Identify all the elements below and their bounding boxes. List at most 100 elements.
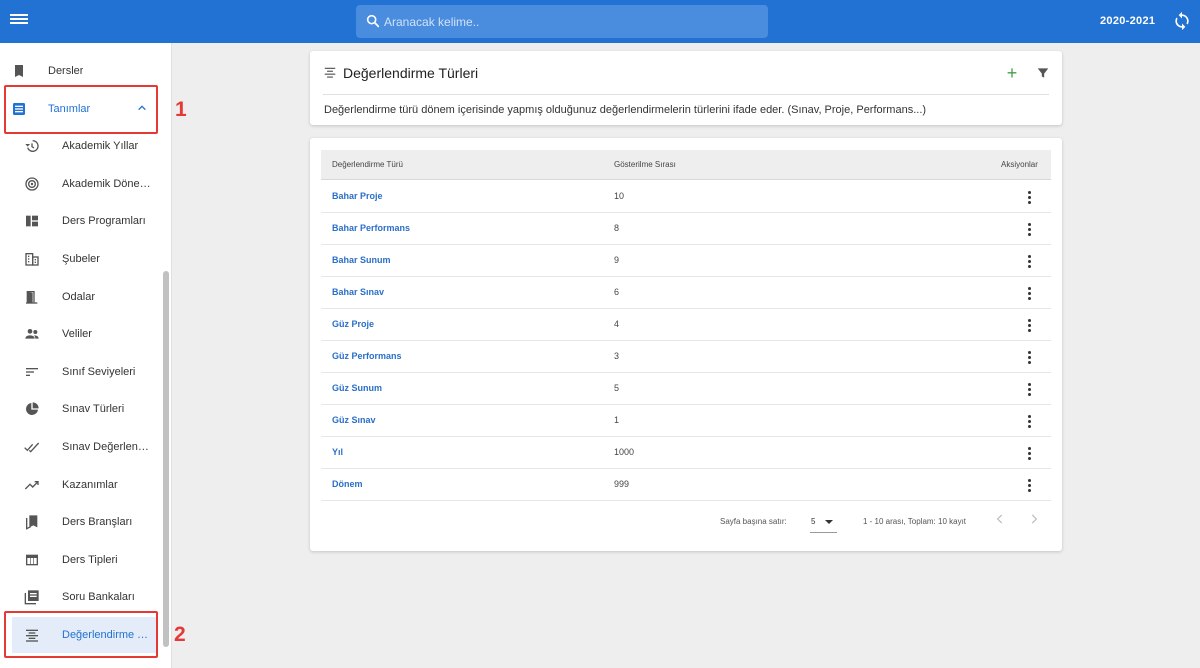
pie-chart-icon bbox=[26, 402, 39, 415]
sidebar-item-sinav-degerlendirme[interactable]: Sınav Değerlendirme bbox=[0, 429, 160, 465]
sidebar-item-label: Kazanımlar bbox=[62, 479, 118, 491]
row-order: 6 bbox=[614, 287, 620, 297]
row-name-link[interactable]: Bahar Performans bbox=[332, 223, 410, 233]
chevron-left-icon[interactable] bbox=[993, 512, 1007, 526]
sidebar-item-label: Sınav Değerlendirme bbox=[62, 441, 154, 453]
radar-icon bbox=[25, 177, 39, 191]
table-row: Güz Proje 4 bbox=[321, 309, 1051, 341]
trending-up-icon bbox=[24, 481, 39, 490]
sidebar-item-odalar[interactable]: Odalar bbox=[0, 279, 160, 315]
table-row: Güz Sunum 5 bbox=[321, 373, 1051, 405]
row-name-link[interactable]: Yıl bbox=[332, 447, 343, 457]
people-icon bbox=[25, 329, 39, 339]
row-name-link[interactable]: Güz Proje bbox=[332, 319, 374, 329]
library-icon bbox=[24, 590, 39, 605]
more-vert-icon[interactable] bbox=[1021, 253, 1037, 269]
academic-year-label[interactable]: 2020-2021 bbox=[1100, 15, 1155, 27]
row-order: 999 bbox=[614, 479, 630, 489]
row-name-link[interactable]: Güz Sınav bbox=[332, 415, 376, 425]
row-name-link[interactable]: Dönem bbox=[332, 479, 363, 489]
more-vert-icon[interactable] bbox=[1021, 221, 1037, 237]
row-order: 9 bbox=[614, 255, 620, 265]
row-name-link[interactable]: Güz Performans bbox=[332, 351, 402, 361]
table-row: Güz Sınav 1 bbox=[321, 405, 1051, 437]
sidebar-item-label: Akademik Yıllar bbox=[62, 140, 139, 152]
history-icon bbox=[25, 139, 39, 152]
sidebar-item-label: Dersler bbox=[48, 65, 84, 77]
rows-per-page-select[interactable]: 5 bbox=[810, 511, 837, 533]
door-icon bbox=[26, 291, 38, 304]
sidebar-item-ders-tipleri[interactable]: Ders Tipleri bbox=[0, 542, 160, 578]
sidebar-item-ders-branslari[interactable]: Ders Branşları bbox=[0, 504, 160, 540]
row-name-link[interactable]: Güz Sunum bbox=[332, 383, 382, 393]
annotation-box-1 bbox=[4, 85, 158, 134]
sidebar-item-sinav-turleri[interactable]: Sınav Türleri bbox=[0, 391, 160, 427]
row-order: 1 bbox=[614, 415, 620, 425]
sidebar-item-label: Akademik Dönemler bbox=[62, 178, 154, 190]
table-icon bbox=[26, 554, 38, 566]
table-row: Bahar Sınav 6 bbox=[321, 277, 1051, 309]
search-icon bbox=[366, 14, 380, 28]
sidebar-item-akademik-donemler[interactable]: Akademik Dönemler bbox=[0, 166, 160, 202]
row-order: 1000 bbox=[614, 447, 635, 457]
sidebar-item-label: Ders Tipleri bbox=[62, 554, 118, 566]
sidebar-item-label: Şubeler bbox=[62, 253, 100, 265]
bookmarks-icon bbox=[26, 515, 38, 530]
more-vert-icon[interactable] bbox=[1021, 413, 1037, 429]
row-name-link[interactable]: Bahar Proje bbox=[332, 191, 383, 201]
row-name-link[interactable]: Bahar Sınav bbox=[332, 287, 384, 297]
annotation-box-2 bbox=[4, 611, 158, 658]
column-header-gosterilme-sirasi[interactable]: Gösterilme Sırası bbox=[614, 160, 676, 169]
sidebar-item-soru-bankalari[interactable]: Soru Bankaları bbox=[0, 579, 160, 615]
table-row: Bahar Proje 10 bbox=[321, 181, 1051, 213]
sidebar: Dersler Tanımlar Akademik Yıllar Akademi… bbox=[0, 43, 172, 668]
row-order: 3 bbox=[614, 351, 620, 361]
bookmark-icon bbox=[15, 65, 23, 77]
sidebar-item-sinif-seviyeleri[interactable]: Sınıf Seviyeleri bbox=[0, 354, 160, 390]
sync-icon[interactable] bbox=[1172, 11, 1192, 31]
sidebar-item-label: Soru Bankaları bbox=[62, 591, 135, 603]
row-order: 5 bbox=[614, 383, 620, 393]
annotation-number-2: 2 bbox=[174, 623, 186, 646]
table-row: Bahar Sunum 9 bbox=[321, 245, 1051, 277]
more-vert-icon[interactable] bbox=[1021, 317, 1037, 333]
page-description: Değerlendirme türü dönem içerisinde yapm… bbox=[324, 104, 927, 116]
row-order: 4 bbox=[614, 319, 620, 329]
more-vert-icon[interactable] bbox=[1021, 285, 1037, 301]
pagination-info: 1 - 10 arası, Toplam: 10 kayıt bbox=[863, 517, 967, 526]
more-vert-icon[interactable] bbox=[1021, 381, 1037, 397]
sidebar-item-label: Sınav Türleri bbox=[62, 403, 125, 415]
add-button[interactable]: + bbox=[1001, 63, 1023, 85]
sidebar-item-label: Ders Branşları bbox=[62, 516, 133, 528]
column-header-degerlendirme-turu[interactable]: Değerlendirme Türü bbox=[332, 160, 403, 169]
more-vert-icon[interactable] bbox=[1021, 349, 1037, 365]
sidebar-item-subeler[interactable]: Şubeler bbox=[0, 241, 160, 277]
menu-icon[interactable] bbox=[10, 12, 28, 30]
filter-icon[interactable] bbox=[1036, 66, 1050, 80]
rows-per-page-label: Sayfa başına satır: bbox=[720, 517, 787, 526]
double-check-icon bbox=[24, 442, 40, 453]
chevron-right-icon[interactable] bbox=[1027, 512, 1041, 526]
search-box[interactable] bbox=[356, 5, 768, 38]
more-vert-icon[interactable] bbox=[1021, 189, 1037, 205]
table-row: Güz Performans 3 bbox=[321, 341, 1051, 373]
more-vert-icon[interactable] bbox=[1021, 477, 1037, 493]
sidebar-item-ders-programlari[interactable]: Ders Programları bbox=[0, 203, 160, 239]
top-app-bar: 2020-2021 bbox=[0, 0, 1200, 43]
page-header-card: Değerlendirme Türleri + Değerlendirme tü… bbox=[310, 51, 1062, 125]
sidebar-scrollbar[interactable] bbox=[163, 271, 169, 647]
sidebar-item-label: Odalar bbox=[62, 291, 96, 303]
sidebar-item-dersler[interactable]: Dersler bbox=[0, 53, 160, 89]
sidebar-item-kazanimlar[interactable]: Kazanımlar bbox=[0, 467, 160, 503]
more-vert-icon[interactable] bbox=[1021, 445, 1037, 461]
annotation-number-1: 1 bbox=[175, 98, 187, 121]
row-name-link[interactable]: Bahar Sunum bbox=[332, 255, 391, 265]
table-row: Bahar Performans 8 bbox=[321, 213, 1051, 245]
align-center-icon bbox=[324, 67, 336, 78]
dashboard-icon bbox=[26, 215, 38, 227]
sort-icon bbox=[26, 368, 38, 376]
page-title: Değerlendirme Türleri bbox=[343, 65, 479, 81]
search-input[interactable] bbox=[384, 5, 754, 38]
column-header-aksiyonlar: Aksiyonlar bbox=[1001, 160, 1038, 169]
sidebar-item-veliler[interactable]: Veliler bbox=[0, 316, 160, 352]
